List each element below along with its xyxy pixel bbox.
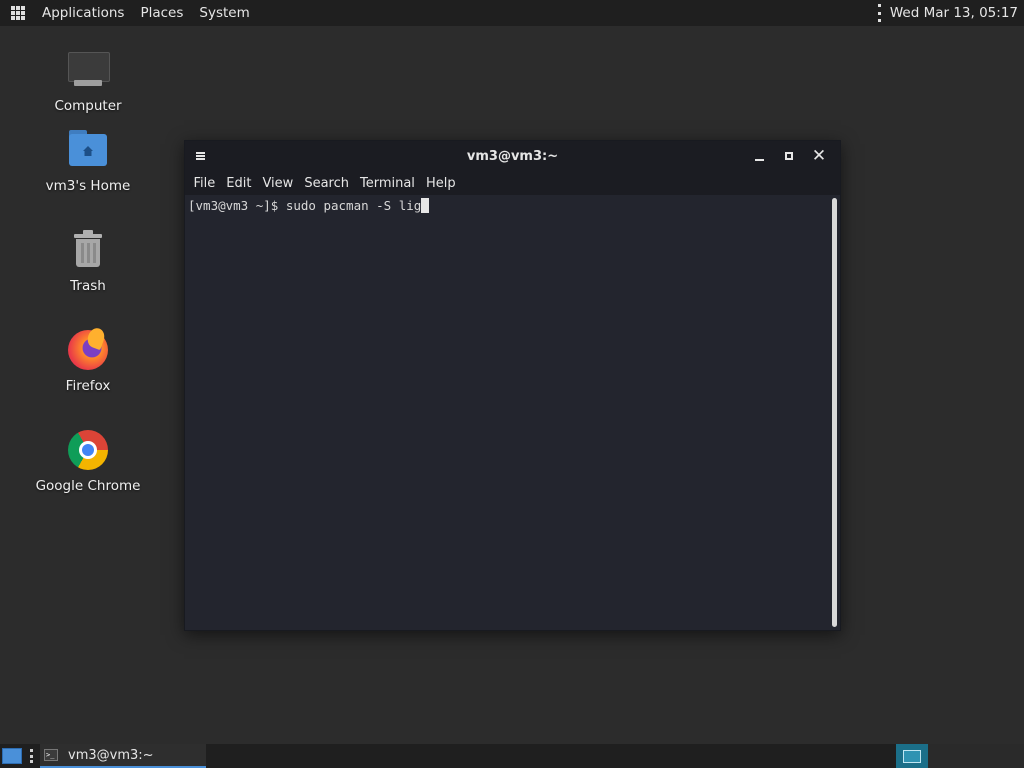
- places-menu[interactable]: Places: [132, 0, 191, 26]
- terminal-menubar: File Edit View Search Terminal Help: [185, 171, 840, 195]
- typed-command: sudo pacman -S lig: [285, 198, 422, 213]
- workspace-1[interactable]: [896, 744, 928, 768]
- workspace-switcher: [896, 744, 1024, 768]
- window-title: vm3@vm3:~: [466, 148, 559, 164]
- hamburger-menu-icon[interactable]: [196, 152, 205, 160]
- show-desktop-button[interactable]: [2, 748, 22, 764]
- desktop-icon-label: Computer: [54, 98, 122, 114]
- terminal-icon: >_: [44, 749, 58, 761]
- window-controls: ✕: [744, 141, 834, 171]
- text-cursor: [421, 198, 430, 213]
- top-panel-right: Wed Mar 13, 05:17: [877, 0, 1024, 26]
- apps-grid-icon[interactable]: [11, 6, 25, 20]
- computer-icon: [64, 46, 112, 94]
- command-line: [vm3@vm3 ~]$ sudo pacman -S lig: [188, 198, 430, 213]
- desktop-icon-home[interactable]: vm3's Home: [28, 126, 148, 194]
- applications-menu[interactable]: Applications: [34, 0, 132, 26]
- desktop-icon-firefox[interactable]: Firefox: [28, 325, 148, 394]
- maximize-button[interactable]: [774, 141, 804, 171]
- desktop-icon-label: Trash: [70, 278, 106, 294]
- desktop-icon-trash[interactable]: Trash: [28, 226, 148, 294]
- panel-kebab-icon[interactable]: [877, 4, 882, 22]
- desktop-icon-chrome[interactable]: Google Chrome: [28, 426, 148, 494]
- panel-handle-icon[interactable]: [30, 749, 34, 763]
- terminal-output[interactable]: [vm3@vm3 ~]$ sudo pacman -S lig: [185, 195, 840, 630]
- menu-view[interactable]: View: [257, 176, 299, 191]
- chrome-icon: [64, 426, 112, 474]
- workspace-3[interactable]: [960, 744, 992, 768]
- home-folder-icon: [64, 126, 112, 174]
- desktop-icon-computer[interactable]: Computer: [28, 46, 148, 114]
- shell-prompt: [vm3@vm3 ~]$: [188, 198, 286, 213]
- minimize-button[interactable]: [744, 141, 774, 171]
- taskbar-item-label: vm3@vm3:~: [68, 747, 154, 763]
- menu-edit[interactable]: Edit: [221, 176, 257, 191]
- desktop-icon-label: vm3's Home: [45, 178, 131, 194]
- trash-icon: [64, 226, 112, 274]
- terminal-window[interactable]: vm3@vm3:~ ✕ File Edit View Search Termin…: [184, 140, 841, 631]
- firefox-icon: [64, 325, 112, 374]
- terminal-titlebar[interactable]: vm3@vm3:~ ✕: [185, 141, 840, 171]
- bottom-panel: >_ vm3@vm3:~: [0, 744, 1024, 768]
- workspace-2[interactable]: [928, 744, 960, 768]
- top-panel: Applications Places System Wed Mar 13, 0…: [0, 0, 1024, 26]
- menu-terminal[interactable]: Terminal: [354, 176, 420, 191]
- taskbar-item-terminal[interactable]: >_ vm3@vm3:~: [40, 744, 206, 768]
- menu-file[interactable]: File: [188, 176, 221, 191]
- scrollbar[interactable]: [832, 198, 837, 627]
- system-menu[interactable]: System: [191, 0, 257, 26]
- close-button[interactable]: ✕: [804, 141, 834, 171]
- menu-help[interactable]: Help: [420, 176, 461, 191]
- workspace-4[interactable]: [992, 744, 1024, 768]
- desktop-icon-label: Firefox: [65, 378, 111, 394]
- clock[interactable]: Wed Mar 13, 05:17: [890, 5, 1024, 21]
- desktop-icon-label: Google Chrome: [35, 478, 141, 494]
- menu-search[interactable]: Search: [299, 176, 355, 191]
